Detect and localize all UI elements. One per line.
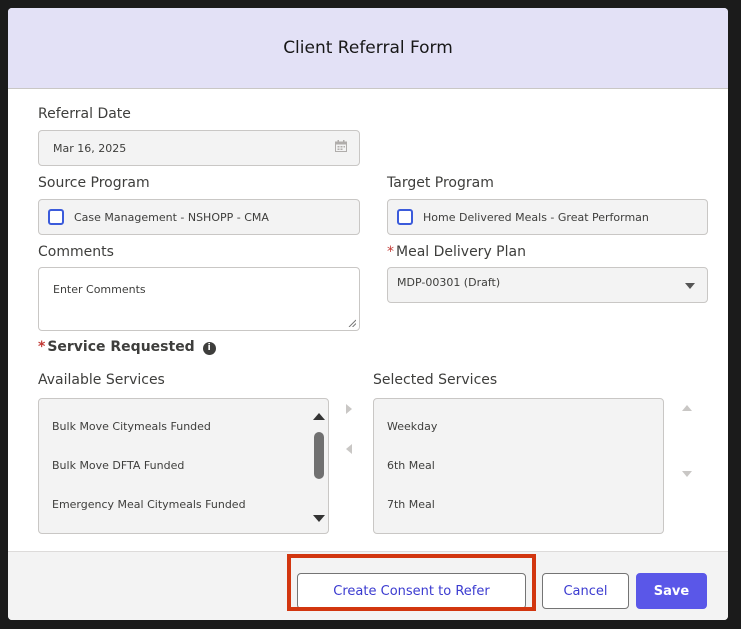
source-program-label: Source Program [38, 175, 150, 191]
selected-services-label: Selected Services [373, 372, 498, 388]
referral-date-label: Referral Date [38, 106, 131, 122]
save-button[interactable]: Save [636, 573, 707, 609]
service-requested-label: * Service Requested i [38, 339, 216, 355]
meal-delivery-plan-select[interactable]: MDP-00301 (Draft) [387, 267, 708, 303]
modal: Client Referral Form Referral Date Mar 1… [8, 8, 728, 620]
scroll-down-icon[interactable] [313, 515, 325, 522]
source-program-object-icon [48, 209, 64, 225]
target-program-value: Home Delivered Meals - Great Performan [423, 210, 649, 224]
info-icon[interactable]: i [202, 342, 216, 355]
referral-date-value: Mar 16, 2025 [53, 141, 127, 155]
list-item[interactable]: 6th Meal [387, 459, 435, 472]
required-marker: * [38, 339, 46, 355]
scrollbar-thumb[interactable] [314, 432, 324, 479]
meal-delivery-plan-value: MDP-00301 (Draft) [397, 276, 501, 289]
meal-delivery-plan-label-text: Meal Delivery Plan [396, 244, 526, 260]
list-item[interactable]: Bulk Move DFTA Funded [52, 459, 184, 472]
list-item[interactable]: Emergency Meal Citymeals Funded [52, 498, 246, 511]
list-item[interactable]: 7th Meal [387, 498, 435, 511]
required-marker: * [387, 244, 394, 260]
cancel-button[interactable]: Cancel [542, 573, 629, 609]
target-program-object-icon [397, 209, 413, 225]
meal-delivery-plan-label: * Meal Delivery Plan [387, 244, 526, 260]
modal-title: Client Referral Form [283, 38, 453, 58]
scroll-up-icon[interactable] [313, 413, 325, 420]
resize-handle-icon[interactable] [348, 319, 356, 327]
source-program-value: Case Management - NSHOPP - CMA [74, 210, 269, 224]
available-services-listbox[interactable]: Bulk Move Citymeals Funded Bulk Move DFT… [38, 398, 329, 534]
list-item[interactable]: Bulk Move Citymeals Funded [52, 420, 211, 433]
move-up-icon[interactable] [682, 405, 692, 411]
modal-header: Client Referral Form [8, 8, 728, 89]
available-services-label: Available Services [38, 372, 165, 388]
highlight-annotation [287, 554, 536, 611]
move-to-selected-icon[interactable] [346, 404, 352, 414]
chevron-down-icon [685, 283, 695, 289]
source-program-field[interactable]: Case Management - NSHOPP - CMA [38, 199, 360, 235]
comments-placeholder: Enter Comments [53, 283, 146, 296]
service-requested-label-text: Service Requested [47, 339, 195, 355]
comments-label: Comments [38, 244, 114, 260]
move-to-available-icon[interactable] [346, 444, 352, 454]
comments-textarea[interactable]: Enter Comments [38, 267, 360, 331]
list-item[interactable]: Weekday [387, 420, 437, 433]
calendar-icon[interactable] [335, 140, 347, 152]
referral-date-field[interactable]: Mar 16, 2025 [38, 130, 360, 166]
target-program-label: Target Program [387, 175, 494, 191]
selected-services-listbox[interactable]: Weekday 6th Meal 7th Meal [373, 398, 664, 534]
move-down-icon[interactable] [682, 471, 692, 477]
target-program-field[interactable]: Home Delivered Meals - Great Performan [387, 199, 708, 235]
